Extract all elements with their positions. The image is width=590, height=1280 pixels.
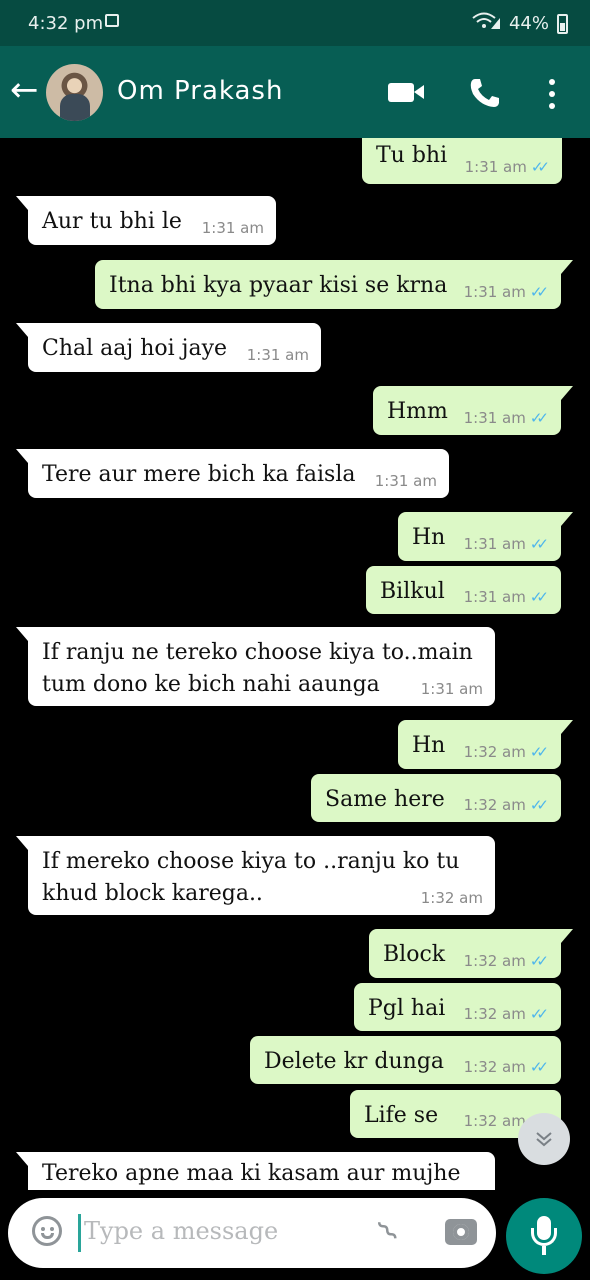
chevron-down-icon xyxy=(534,1126,554,1151)
message-meta: 1:31 am xyxy=(202,219,264,237)
read-ticks-icon: ✓✓ xyxy=(529,283,549,301)
message-text: Life se xyxy=(364,1103,439,1128)
composer-bar: Type a message ⌇ xyxy=(0,1190,590,1280)
message-meta: 1:31 am ✓✓ xyxy=(465,158,550,176)
phone-call-icon[interactable] xyxy=(468,76,502,110)
message-text: If mereko choose kiya to ..ranju ko tu k… xyxy=(42,849,460,906)
message-text: Chal aaj hoi jaye xyxy=(42,336,228,361)
message-time: 1:32 am xyxy=(463,1005,526,1023)
message-text: Pgl hai xyxy=(368,996,446,1021)
voice-message-button[interactable] xyxy=(506,1198,582,1274)
read-ticks-icon: ✓✓ xyxy=(529,1005,549,1023)
camera-icon[interactable] xyxy=(445,1219,477,1245)
text-caret xyxy=(78,1214,81,1252)
message-text: Tere aur mere bich ka faisla xyxy=(42,462,356,487)
message-time: 1:31 am xyxy=(464,158,527,176)
message-bubble-incoming[interactable]: If mereko choose kiya to ..ranju ko tu k… xyxy=(16,836,495,915)
message-text: Itna bhi kya pyaar kisi se krna xyxy=(109,273,448,298)
message-time: 1:31 am xyxy=(463,283,526,301)
message-bubble-incoming[interactable]: Tere aur mere bich ka faisla 1:31 am xyxy=(16,449,449,498)
message-bubble-outgoing[interactable]: Hmm 1:31 am ✓✓ xyxy=(373,386,573,435)
contact-name[interactable]: Om Prakash xyxy=(117,76,283,106)
battery-percent: 44% xyxy=(508,13,549,34)
read-ticks-icon: ✓✓ xyxy=(530,158,550,176)
message-text: Tu bhi xyxy=(376,143,448,168)
message-text: Hn xyxy=(412,733,446,758)
status-bar: 4:32 pm 44% xyxy=(0,0,590,46)
message-text: Hmm xyxy=(387,399,448,424)
message-meta: 1:32 am xyxy=(421,889,483,907)
message-meta: 1:31 am xyxy=(421,680,483,698)
read-ticks-icon: ✓✓ xyxy=(529,796,549,814)
message-input-container[interactable]: Type a message ⌇ xyxy=(8,1198,496,1268)
message-bubble-outgoing[interactable]: Pgl hai 1:32 am ✓✓ xyxy=(354,983,561,1031)
message-bubble-outgoing[interactable]: Bilkul 1:31 am ✓✓ xyxy=(366,566,561,614)
message-text: If ranju ne tereko choose kiya to..main … xyxy=(42,640,473,697)
chat-header: ← Om Prakash xyxy=(0,46,590,138)
message-meta: 1:31 am xyxy=(247,346,309,364)
message-time: 1:31 am xyxy=(420,680,483,698)
status-right: 44% xyxy=(471,12,568,35)
message-time: 1:32 am xyxy=(420,889,483,907)
more-options-icon[interactable] xyxy=(549,79,555,109)
message-time: 1:32 am xyxy=(463,743,526,761)
back-arrow-icon[interactable]: ← xyxy=(10,70,39,110)
message-text: Hn xyxy=(412,525,446,550)
emoji-icon[interactable] xyxy=(32,1216,62,1246)
message-meta: 1:31 am ✓✓ xyxy=(464,409,549,427)
message-bubble-incoming[interactable]: Tereko apne maa ki kasam aur mujhe xyxy=(16,1152,495,1190)
read-ticks-icon: ✓✓ xyxy=(529,743,549,761)
scroll-to-bottom-button[interactable] xyxy=(518,1113,570,1165)
message-bubble-outgoing[interactable]: Delete kr dunga 1:32 am ✓✓ xyxy=(250,1036,561,1084)
image-notification-icon xyxy=(105,14,119,27)
message-bubble-outgoing[interactable]: Itna bhi kya pyaar kisi se krna 1:31 am ✓… xyxy=(95,260,573,309)
message-meta: 1:31 am xyxy=(375,472,437,490)
message-time: 1:31 am xyxy=(201,219,264,237)
message-meta: 1:31 am ✓✓ xyxy=(464,535,549,553)
message-text: Same here xyxy=(325,787,445,812)
message-bubble-outgoing[interactable]: Tu bhi 1:31 am ✓✓ xyxy=(362,138,562,184)
message-text: Bilkul xyxy=(380,579,445,604)
message-text: Block xyxy=(383,942,446,967)
message-bubble-incoming[interactable]: Aur tu bhi le 1:31 am xyxy=(16,196,276,245)
message-bubble-incoming[interactable]: Chal aaj hoi jaye 1:31 am xyxy=(16,323,321,372)
read-ticks-icon: ✓✓ xyxy=(529,588,549,606)
message-bubble-outgoing[interactable]: Hn 1:31 am ✓✓ xyxy=(398,512,573,561)
message-time: 1:31 am xyxy=(374,472,437,490)
message-input-placeholder[interactable]: Type a message xyxy=(84,1217,278,1245)
read-ticks-icon: ✓✓ xyxy=(529,952,549,970)
read-ticks-icon: ✓✓ xyxy=(529,1058,549,1076)
video-call-icon[interactable] xyxy=(388,83,424,102)
message-meta: 1:31 am ✓✓ xyxy=(464,588,549,606)
message-bubble-outgoing[interactable]: Hn 1:32 am ✓✓ xyxy=(398,720,573,769)
battery-icon xyxy=(557,13,568,34)
message-time: 1:31 am xyxy=(463,588,526,606)
message-time: 1:31 am xyxy=(463,535,526,553)
message-meta: 1:32 am✓✓ xyxy=(464,952,549,970)
message-time: 1:32 am xyxy=(463,796,526,814)
message-time: 1:32 am xyxy=(463,952,526,970)
message-time: 1:32 am xyxy=(463,1112,526,1130)
attach-paperclip-icon[interactable]: ⌇ xyxy=(364,1207,413,1256)
wifi-signal-icon xyxy=(471,12,501,35)
message-meta: 1:31 am ✓✓ xyxy=(464,283,549,301)
contact-avatar[interactable] xyxy=(46,64,103,121)
message-text: Aur tu bhi le xyxy=(42,209,182,234)
read-ticks-icon: ✓✓ xyxy=(529,409,549,427)
message-meta: 1:32 am✓✓ xyxy=(464,1058,549,1076)
message-bubble-incoming[interactable]: If ranju ne tereko choose kiya to..main … xyxy=(16,627,495,706)
message-meta: 1:32 am✓✓ xyxy=(464,796,549,814)
message-meta: 1:32 am✓✓ xyxy=(464,743,549,761)
status-time: 4:32 pm xyxy=(28,13,104,34)
message-time: 1:32 am xyxy=(463,1058,526,1076)
read-ticks-icon: ✓✓ xyxy=(529,535,549,553)
message-bubble-outgoing[interactable]: Block 1:32 am ✓✓ xyxy=(369,929,573,978)
message-meta: 1:32 am✓✓ xyxy=(464,1005,549,1023)
message-text: Delete kr dunga xyxy=(264,1049,445,1074)
message-list: Tu bhi 1:31 am ✓✓ Aur tu bhi le 1:31 am I… xyxy=(0,138,590,1190)
message-text: Tereko apne maa ki kasam aur mujhe xyxy=(42,1161,461,1186)
message-bubble-outgoing[interactable]: Same here 1:32 am ✓✓ xyxy=(311,774,561,822)
message-time: 1:31 am xyxy=(246,346,309,364)
message-time: 1:31 am xyxy=(463,409,526,427)
